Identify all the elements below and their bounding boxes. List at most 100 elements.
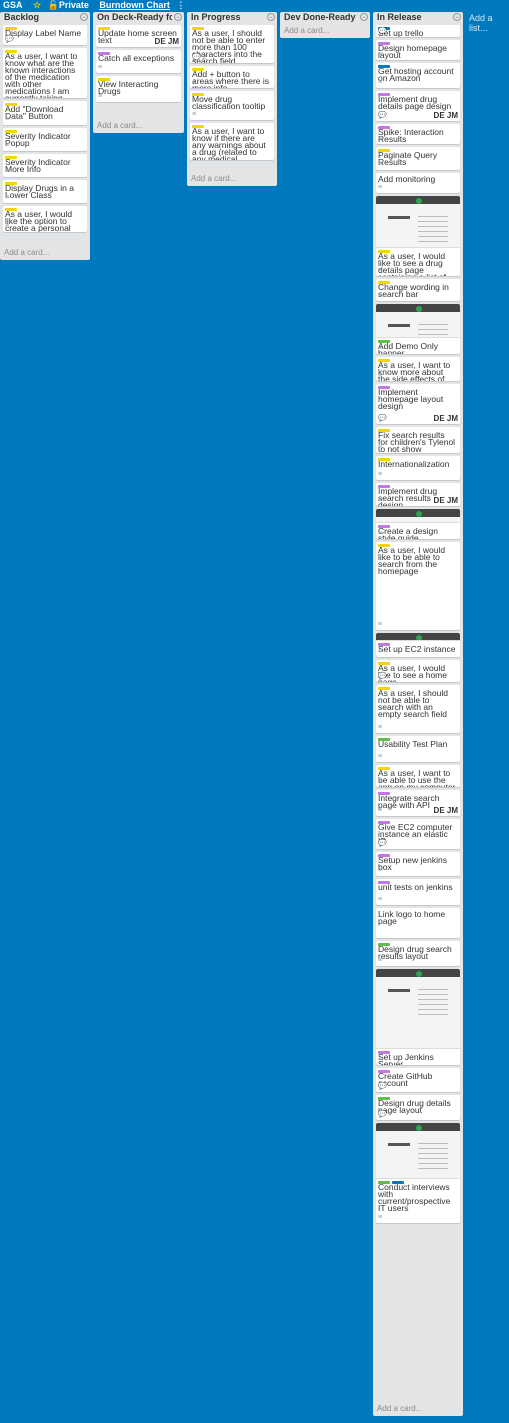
card-badges: 💬 bbox=[378, 673, 387, 680]
card[interactable]: As a user, I would like to see a home pa… bbox=[376, 660, 460, 682]
card[interactable]: Internationalization ≡ bbox=[376, 456, 460, 480]
board-title[interactable]: GSA bbox=[3, 0, 23, 10]
list-title[interactable]: Dev Done-Ready for QA bbox=[284, 12, 358, 23]
card[interactable]: As a user, I would like to see a drug de… bbox=[376, 196, 460, 276]
list-menu-icon[interactable]: ⌄ bbox=[80, 13, 88, 21]
add-card-button[interactable]: Add a card... bbox=[377, 1405, 422, 1413]
card[interactable]: Add Demo Only banner ≡ bbox=[376, 304, 460, 354]
card-badges: ≡ bbox=[378, 753, 383, 760]
card[interactable]: Severity Indicator More Info ≡ bbox=[3, 154, 87, 177]
card-title: Add "Download Data" Button bbox=[5, 104, 64, 121]
card[interactable]: Integrate search page with API ≡ DE JM bbox=[376, 790, 460, 816]
card-title: Design drug search results layout bbox=[378, 944, 452, 961]
list-menu-icon[interactable]: ⌄ bbox=[174, 13, 182, 21]
card-badges: ≡ bbox=[378, 471, 383, 478]
card[interactable]: Implement homepage layout design 💬 DE JM bbox=[376, 384, 460, 424]
thumb-line bbox=[418, 1153, 448, 1154]
card-title: Conduct interviews with current/prospect… bbox=[378, 1182, 451, 1213]
card[interactable]: Move drug classification tooltip ≡ bbox=[190, 91, 274, 120]
card[interactable]: Usability Test Plan ≡ bbox=[376, 736, 460, 762]
card-badges: ≡ bbox=[378, 372, 383, 379]
lock-icon[interactable]: 🔓Private bbox=[48, 0, 89, 10]
card[interactable]: unit tests on jenkins ≡ bbox=[376, 879, 460, 905]
card[interactable]: Setup new jenkins box ≡ bbox=[376, 852, 460, 876]
thumb-logo bbox=[416, 1125, 422, 1131]
card[interactable]: View Interacting Drugs ≡ bbox=[96, 76, 181, 102]
thumb-line bbox=[418, 236, 448, 237]
thumb-line bbox=[418, 324, 448, 325]
board-header: GSA ☆ 🔓Private Burndown Chart ⋮ bbox=[0, 0, 509, 10]
card[interactable]: Update home screen text ≡ DE JM bbox=[96, 25, 181, 47]
card[interactable]: Set up EC2 instance ≡ bbox=[376, 633, 460, 657]
card[interactable]: Give EC2 computer instance an elastic IP… bbox=[376, 819, 460, 849]
card-cover-image bbox=[376, 196, 460, 248]
list-menu-icon[interactable]: ⌄ bbox=[267, 13, 275, 21]
thumb-line bbox=[418, 241, 448, 242]
card[interactable]: Implement drug details page design 💬 DE JM bbox=[376, 91, 460, 121]
more-icon[interactable]: ⋮ bbox=[176, 0, 185, 10]
card[interactable]: Add + button to areas where there is mor… bbox=[190, 66, 274, 88]
card[interactable]: Conduct interviews with current/prospect… bbox=[376, 1123, 460, 1223]
add-card-button[interactable]: Add a card... bbox=[191, 175, 236, 183]
card[interactable]: As a user, I want to know if there are a… bbox=[190, 123, 274, 160]
thumb-search bbox=[388, 989, 410, 992]
card-title: Add + button to areas where there is mor… bbox=[192, 69, 270, 88]
card-title: Spike: Interaction Results bbox=[378, 127, 444, 144]
card[interactable]: Get hosting account on Amazon ≡ bbox=[376, 63, 460, 88]
card[interactable]: Create GitHub account 💬 bbox=[376, 1068, 460, 1092]
card[interactable]: Design drug search results layout ≡ bbox=[376, 941, 460, 966]
card-badges: ≡ bbox=[378, 957, 383, 964]
card-badges: 💬 bbox=[378, 840, 387, 847]
card-badges: ≡ bbox=[5, 168, 10, 175]
thumb-line bbox=[418, 1158, 448, 1159]
card[interactable]: Spike: Interaction Results ≡ bbox=[376, 124, 460, 144]
card-members: DE JM bbox=[154, 37, 179, 46]
card[interactable]: Display Label Name 💬 bbox=[3, 25, 87, 45]
card[interactable]: Implement drug search results design ≡ DE … bbox=[376, 483, 460, 506]
card[interactable]: Create a design style guide ≡ bbox=[376, 509, 460, 539]
card[interactable]: As a user, I would like the option to cr… bbox=[3, 206, 87, 232]
card[interactable]: Add "Download Data" Button ≡ bbox=[3, 101, 87, 125]
privacy-label[interactable]: Private bbox=[59, 0, 89, 10]
card[interactable]: Paginate Query Results ≡ bbox=[376, 147, 460, 170]
burndown-chart-link[interactable]: Burndown Chart bbox=[99, 0, 170, 10]
card-title: Paginate Query Results bbox=[378, 150, 438, 167]
add-card-button[interactable]: Add a card... bbox=[284, 27, 329, 35]
card[interactable]: Set up Jenkins Server ≡ bbox=[376, 969, 460, 1065]
card[interactable]: As a user, I would like to be able to se… bbox=[376, 542, 460, 630]
card-title: Usability Test Plan bbox=[378, 739, 448, 749]
add-list-button[interactable]: Add a list... bbox=[469, 13, 509, 33]
card-badges: ≡ bbox=[378, 530, 383, 537]
thumb-line bbox=[418, 231, 448, 232]
card-title: As a user, I would like to see a home pa… bbox=[378, 663, 447, 682]
add-card-button[interactable]: Add a card... bbox=[4, 249, 49, 257]
list-menu-icon[interactable]: ⌄ bbox=[360, 13, 368, 21]
card-badges: ≡ bbox=[378, 161, 383, 168]
card[interactable]: Design homepage layout ≡ bbox=[376, 40, 460, 60]
card[interactable]: Fix search results for children's Tyleno… bbox=[376, 427, 460, 453]
card-members: DE JM bbox=[433, 806, 458, 815]
card[interactable]: Design drug details page layout 💬 bbox=[376, 1095, 460, 1120]
list-menu-icon[interactable]: ⌄ bbox=[453, 13, 461, 21]
list-title[interactable]: In Progress bbox=[191, 12, 265, 23]
thumb-line bbox=[418, 989, 448, 990]
list-title[interactable]: Backlog bbox=[4, 12, 78, 23]
card[interactable]: Catch all exceptions ≡ bbox=[96, 50, 181, 73]
card[interactable]: Add monitoring ≡ bbox=[376, 173, 460, 193]
card[interactable]: As a user, I should not be able to searc… bbox=[376, 685, 460, 733]
card[interactable]: As a user, I should not be able to enter… bbox=[190, 25, 274, 63]
list-title[interactable]: In Release bbox=[377, 12, 451, 23]
card[interactable]: As a user, I want to be able to use the … bbox=[376, 765, 460, 787]
list-title[interactable]: On Deck-Ready for Development bbox=[97, 12, 172, 23]
card[interactable]: Display Drugs in a Lower Class ≡ bbox=[3, 180, 87, 203]
card[interactable]: Set up trello 💬 bbox=[376, 25, 460, 37]
card[interactable]: Severity Indicator Popup ≡ bbox=[3, 128, 87, 151]
star-icon[interactable]: ☆ bbox=[33, 0, 41, 10]
thumb-search bbox=[388, 216, 410, 219]
card[interactable]: As a user, I want to know what are the k… bbox=[3, 48, 87, 98]
card-badges: ≡ bbox=[5, 89, 10, 96]
add-card-button[interactable]: Add a card... bbox=[97, 122, 142, 130]
card[interactable]: As a user, I want to know more about the… bbox=[376, 357, 460, 381]
card[interactable]: Link logo to home page bbox=[376, 908, 460, 938]
card[interactable]: Change wording in search bar ≡ bbox=[376, 279, 460, 301]
